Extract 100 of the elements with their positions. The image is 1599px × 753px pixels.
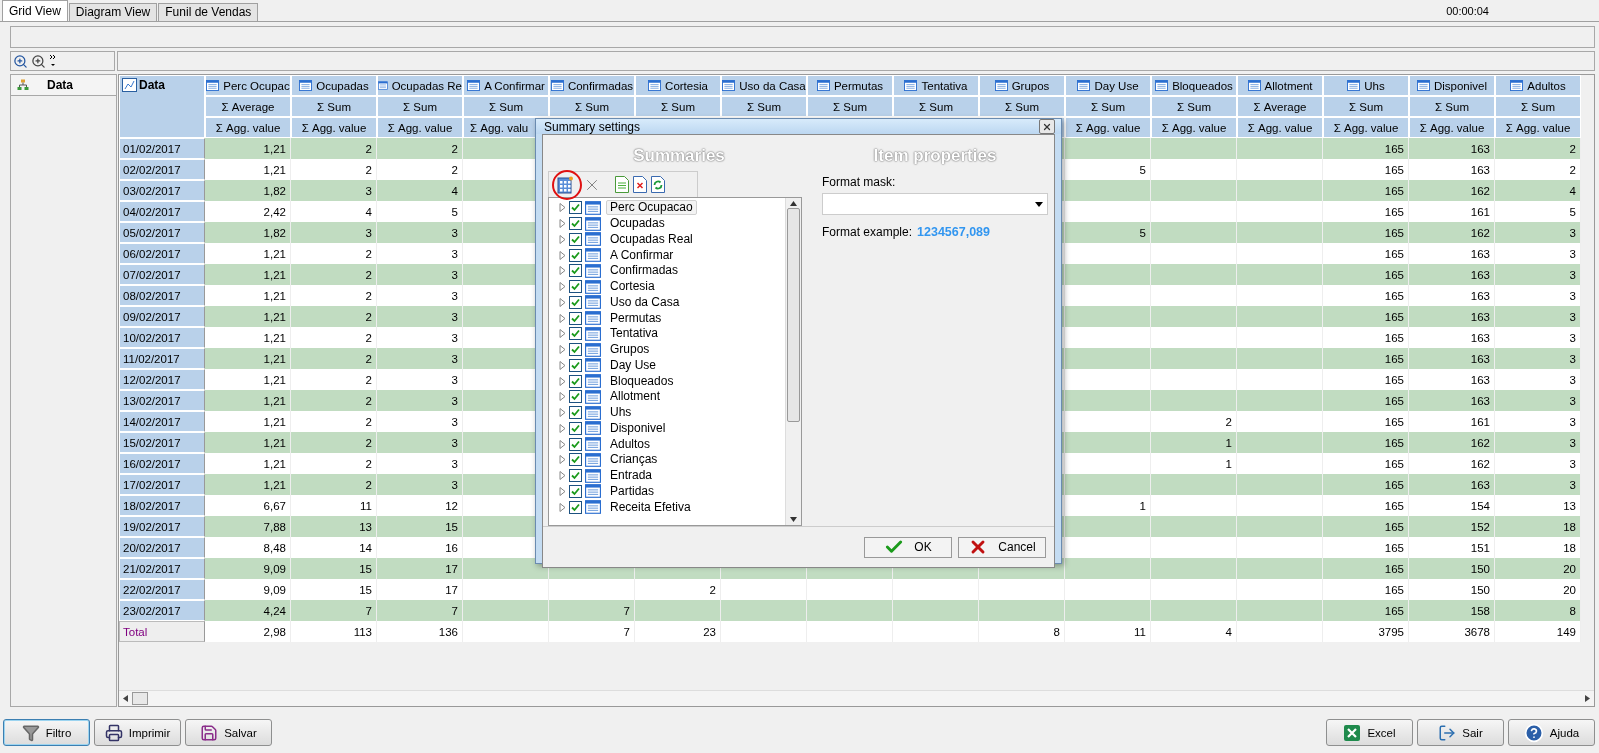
column-header[interactable]: Cortesia xyxy=(635,75,721,96)
row-header[interactable]: 05/02/2017 xyxy=(119,222,205,243)
summary-header[interactable]: Σ Sum xyxy=(1495,96,1581,117)
checkbox[interactable] xyxy=(569,374,582,388)
refresh-icon[interactable] xyxy=(651,176,665,193)
list-item[interactable]: Cortesia xyxy=(606,279,659,295)
column-header[interactable]: Day Use xyxy=(1065,75,1151,96)
column-header[interactable]: Disponivel xyxy=(1409,75,1495,96)
filter-button[interactable]: Filtro xyxy=(3,719,90,746)
list-item[interactable]: A Confirmar xyxy=(606,247,678,263)
list-item[interactable]: Uso da Casa xyxy=(606,294,684,310)
column-header[interactable]: A Confirmar xyxy=(463,75,549,96)
row-header[interactable]: 01/02/2017 xyxy=(119,138,205,159)
list-item[interactable]: Entrada xyxy=(606,468,657,484)
value-header[interactable]: Σ Agg. value xyxy=(205,117,291,138)
checkbox[interactable] xyxy=(569,453,582,467)
row-header[interactable]: 09/02/2017 xyxy=(119,306,205,327)
list-item[interactable]: Partidas xyxy=(606,483,659,499)
checkbox[interactable] xyxy=(569,484,582,498)
checkbox[interactable] xyxy=(569,232,582,246)
summary-header[interactable]: Σ Sum xyxy=(807,96,893,117)
search-icon[interactable] xyxy=(31,53,46,69)
scrollbar-thumb[interactable] xyxy=(132,692,148,705)
column-header[interactable]: Bloqueados xyxy=(1151,75,1237,96)
checkbox[interactable] xyxy=(569,264,582,278)
row-header[interactable]: 08/02/2017 xyxy=(119,285,205,306)
column-header[interactable]: Uhs xyxy=(1323,75,1409,96)
close-button[interactable] xyxy=(1039,119,1055,134)
column-header[interactable]: Ocupadas xyxy=(291,75,377,96)
row-header[interactable]: 06/02/2017 xyxy=(119,243,205,264)
row-header[interactable]: 20/02/2017 xyxy=(119,537,205,558)
row-header[interactable]: 04/02/2017 xyxy=(119,201,205,222)
scroll-right-icon[interactable] xyxy=(1585,695,1590,702)
column-header[interactable]: Perc Ocupac xyxy=(205,75,291,96)
column-header[interactable]: Adultos xyxy=(1495,75,1581,96)
list-item[interactable]: Ocupadas xyxy=(606,216,669,232)
scroll-up-icon[interactable] xyxy=(790,201,797,206)
column-header[interactable]: Permutas xyxy=(807,75,893,96)
list-item[interactable]: Perc Ocupacao xyxy=(606,200,697,216)
value-header[interactable]: Σ Agg. value xyxy=(291,117,377,138)
checkbox[interactable] xyxy=(569,280,582,294)
summary-header[interactable]: Σ Sum xyxy=(979,96,1065,117)
exit-button[interactable]: Sair xyxy=(1417,719,1504,746)
row-header[interactable]: 16/02/2017 xyxy=(119,453,205,474)
summary-header[interactable]: Σ Sum xyxy=(463,96,549,117)
tab[interactable]: Grid View xyxy=(2,0,68,21)
checkbox[interactable] xyxy=(569,390,582,404)
zoom-icon[interactable] xyxy=(13,53,28,69)
horizontal-scrollbar[interactable] xyxy=(119,690,1594,706)
summary-header[interactable]: Σ Average xyxy=(1237,96,1323,117)
summary-header[interactable]: Σ Sum xyxy=(291,96,377,117)
list-item[interactable]: Permutas xyxy=(606,310,666,326)
row-header[interactable]: 07/02/2017 xyxy=(119,264,205,285)
checkbox[interactable] xyxy=(569,437,582,451)
summary-header[interactable]: Σ Sum xyxy=(549,96,635,117)
row-header[interactable]: 23/02/2017 xyxy=(119,600,205,621)
row-header[interactable]: 10/02/2017 xyxy=(119,327,205,348)
print-button[interactable]: Imprimir xyxy=(94,719,181,746)
field-header[interactable]: Data xyxy=(11,75,116,96)
scrollbar-thumb[interactable] xyxy=(787,208,800,422)
checkbox[interactable] xyxy=(569,295,582,309)
column-header[interactable]: Confirmadas xyxy=(549,75,635,96)
row-header[interactable]: 21/02/2017 xyxy=(119,558,205,579)
row-header[interactable]: 19/02/2017 xyxy=(119,516,205,537)
save-button[interactable]: Salvar xyxy=(185,719,272,746)
chevrons-icon[interactable] xyxy=(49,54,57,68)
row-header[interactable]: 13/02/2017 xyxy=(119,390,205,411)
ok-button[interactable]: OK xyxy=(864,536,952,558)
checkbox[interactable] xyxy=(569,343,582,357)
checkbox[interactable] xyxy=(569,311,582,325)
column-header[interactable]: Allotment xyxy=(1237,75,1323,96)
column-header[interactable]: Uso da Casa xyxy=(721,75,807,96)
value-header[interactable]: Σ Agg. value xyxy=(1237,117,1323,138)
row-header[interactable]: 17/02/2017 xyxy=(119,474,205,495)
list-item[interactable]: Bloqueados xyxy=(606,373,678,389)
checkbox[interactable] xyxy=(569,201,582,215)
cancel-button[interactable]: Cancel xyxy=(958,536,1046,558)
row-header[interactable]: 22/02/2017 xyxy=(119,579,205,600)
list-item[interactable]: Receita Efetiva xyxy=(606,499,695,515)
remove-document-icon[interactable] xyxy=(633,176,647,193)
value-header[interactable]: Σ Agg. value xyxy=(1495,117,1581,138)
scroll-left-icon[interactable] xyxy=(123,695,128,702)
list-item[interactable]: Allotment xyxy=(606,389,665,405)
summary-header[interactable]: Σ Sum xyxy=(1323,96,1409,117)
list-item[interactable]: Grupos xyxy=(606,342,654,358)
row-header[interactable]: 15/02/2017 xyxy=(119,432,205,453)
tab[interactable]: Diagram View xyxy=(68,3,158,21)
value-header[interactable]: Σ Agg. value xyxy=(1409,117,1495,138)
summary-header[interactable]: Σ Sum xyxy=(377,96,463,117)
list-item[interactable]: Confirmadas xyxy=(606,263,683,279)
summary-header[interactable]: Σ Sum xyxy=(721,96,807,117)
checkbox[interactable] xyxy=(569,500,582,514)
value-header[interactable]: Σ Agg. value xyxy=(1151,117,1237,138)
column-header[interactable]: Grupos xyxy=(979,75,1065,96)
calculator-icon[interactable] xyxy=(557,175,573,194)
row-header[interactable]: 18/02/2017 xyxy=(119,495,205,516)
row-header[interactable]: 14/02/2017 xyxy=(119,411,205,432)
summary-header[interactable]: Σ Sum xyxy=(1409,96,1495,117)
summary-header[interactable]: Σ Sum xyxy=(1151,96,1237,117)
value-header[interactable]: Σ Agg. value xyxy=(377,117,463,138)
